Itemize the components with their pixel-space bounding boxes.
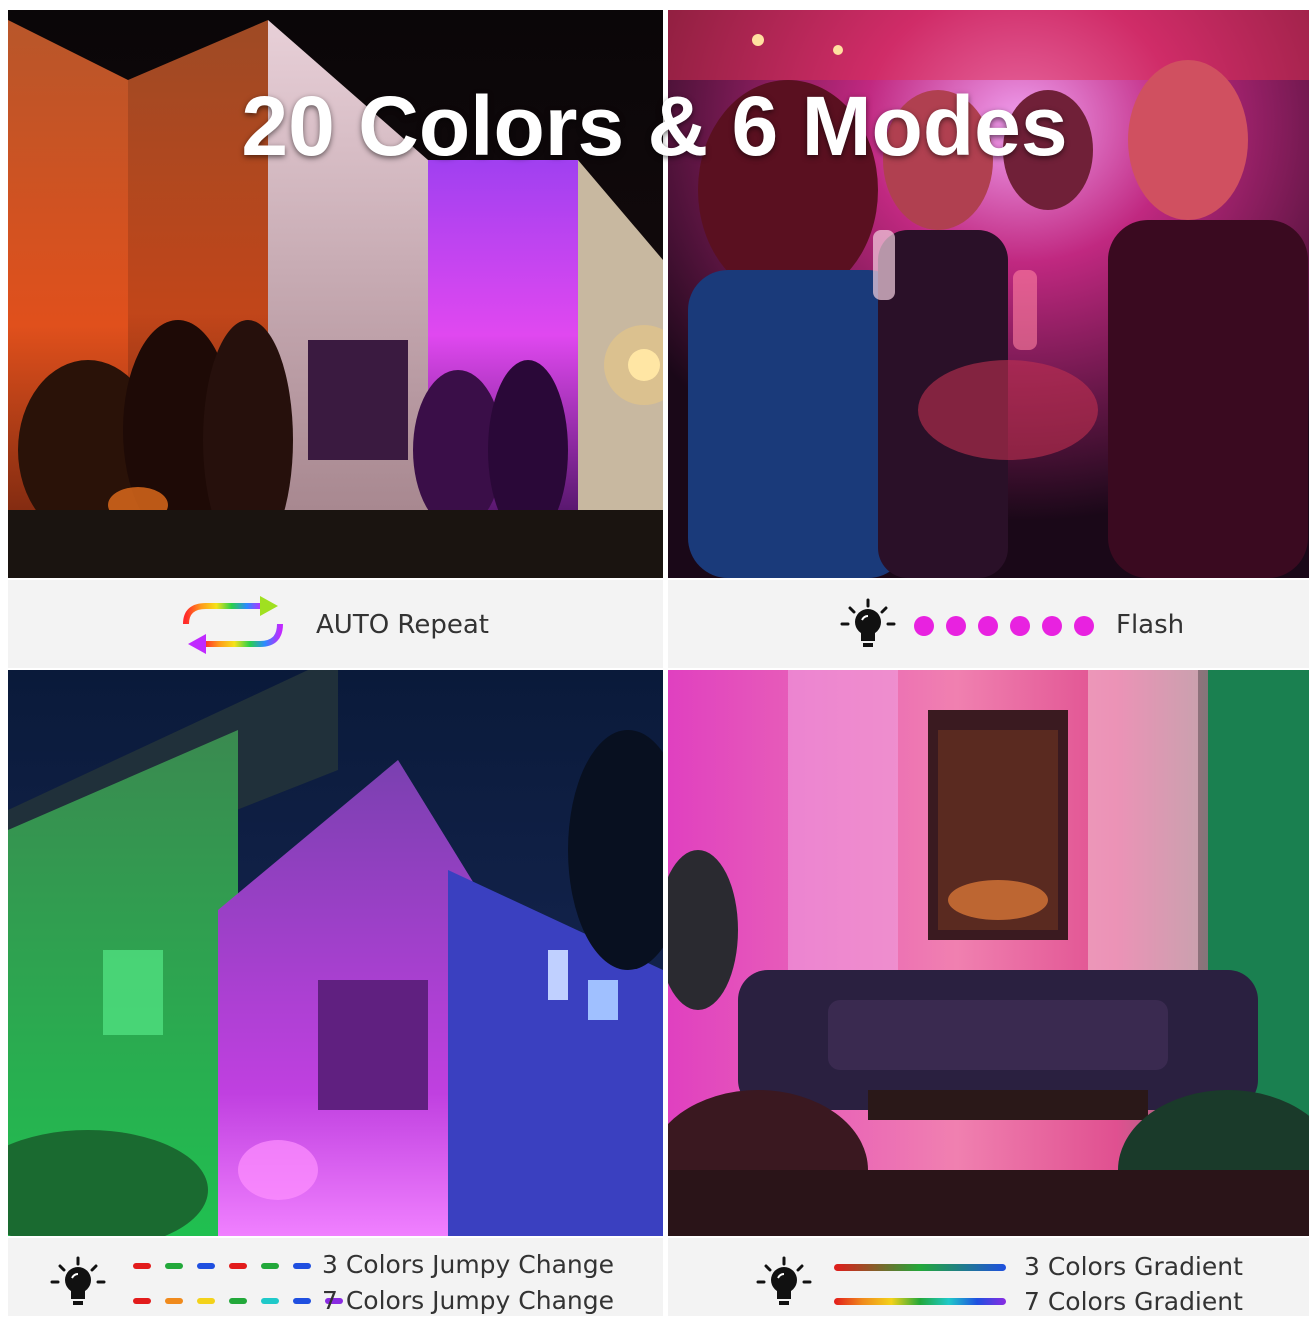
color-dash — [133, 1263, 151, 1269]
flash-dot — [946, 616, 966, 636]
mode-label-jumpy-7: 7 Colors Jumpy Change — [322, 1286, 614, 1315]
color-dash — [229, 1298, 247, 1304]
color-dash — [165, 1263, 183, 1269]
gradient-3-bar — [834, 1264, 1006, 1271]
color-dash — [293, 1298, 311, 1304]
mode-label-flash: Flash — [1116, 610, 1185, 640]
jumpy-3-dashes — [133, 1263, 325, 1269]
rainbow-repeat-arrows-icon — [178, 594, 288, 661]
mode-jumpy-change: 3 Colors Jumpy Change 7 Colors Jumpy Cha… — [8, 1238, 663, 1316]
mode-label-gradient-3: 3 Colors Gradient — [1024, 1252, 1243, 1281]
flash-dot — [1042, 616, 1062, 636]
flash-dots — [914, 616, 1106, 636]
mode-flash: Flash — [668, 580, 1309, 668]
color-dash — [165, 1298, 183, 1304]
color-dash — [293, 1263, 311, 1269]
color-dash — [261, 1298, 279, 1304]
mode-auto-repeat: AUTO Repeat — [8, 580, 663, 668]
color-dash — [229, 1263, 247, 1269]
photo-house-green-purple — [8, 670, 663, 1236]
flash-dot — [978, 616, 998, 636]
color-dash — [197, 1298, 215, 1304]
lightbulb-icon — [50, 1254, 106, 1317]
mode-label-jumpy-3: 3 Colors Jumpy Change — [322, 1250, 614, 1279]
gradient-7-bar — [834, 1298, 1006, 1305]
flash-dot — [1074, 616, 1094, 636]
flash-dot — [1010, 616, 1030, 636]
mode-label-auto-repeat: AUTO Repeat — [316, 610, 489, 640]
headline: 20 Colors & 6 Modes — [241, 79, 1068, 173]
lightbulb-icon — [756, 1254, 812, 1317]
photo-living-room-pink-green — [668, 670, 1309, 1236]
color-dash — [133, 1298, 151, 1304]
color-dash — [261, 1263, 279, 1269]
flash-dot — [914, 616, 934, 636]
lightbulb-icon — [840, 596, 896, 659]
mode-label-gradient-7: 7 Colors Gradient — [1024, 1287, 1243, 1316]
color-dash — [197, 1263, 215, 1269]
mode-gradient: 3 Colors Gradient 7 Colors Gradient — [668, 1238, 1309, 1316]
